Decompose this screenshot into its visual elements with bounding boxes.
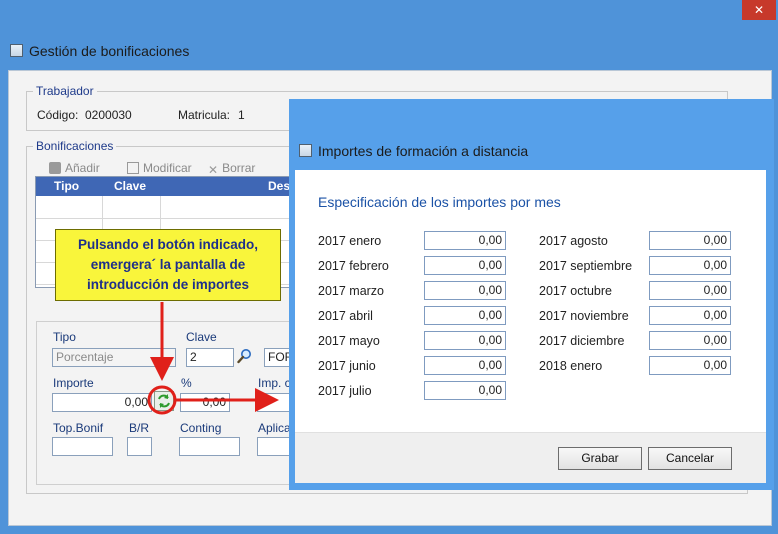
month-label-2017-mayo: 2017 mayo <box>318 334 380 348</box>
month-label-2018-enero: 2018 enero <box>539 359 603 373</box>
delete-icon: ✕ <box>208 163 219 177</box>
table-row[interactable] <box>36 196 296 219</box>
tipo-label: Tipo <box>53 330 76 344</box>
month-label-2017-junio: 2017 junio <box>318 359 376 373</box>
month-input-2017-julio[interactable]: 0,00 <box>424 381 506 400</box>
grid-header-tipo[interactable]: Tipo <box>54 179 79 193</box>
dialog-client: Especificación de los importes por mes 2… <box>295 170 766 483</box>
add-button-label: Añadir <box>65 161 100 175</box>
month-label-2017-agosto: 2017 agosto <box>539 234 608 248</box>
month-label-2017-abril: 2017 abril <box>318 309 373 323</box>
month-input-2017-agosto[interactable]: 0,00 <box>649 231 731 250</box>
bonificaciones-group-title: Bonificaciones <box>33 139 117 153</box>
callout-line: introducción de importes <box>86 277 249 292</box>
delete-button[interactable]: ✕ Borrar <box>208 161 256 177</box>
month-input-2017-noviembre[interactable]: 0,00 <box>649 306 731 325</box>
modify-button-label: Modificar <box>143 161 192 175</box>
codigo-label: Código: <box>37 108 79 122</box>
month-label-2017-marzo: 2017 marzo <box>318 284 385 298</box>
tipo-select[interactable]: Porcentaje <box>52 348 176 367</box>
grid-header-clave[interactable]: Clave <box>114 179 146 193</box>
month-label-2017-enero: 2017 enero <box>318 234 382 248</box>
month-label-2017-noviembre: 2017 noviembre <box>539 309 629 323</box>
clave-label: Clave <box>186 330 217 344</box>
window-title: Gestión de bonificaciones <box>10 43 189 59</box>
aplica-label: Aplica <box>258 421 291 435</box>
trabajador-group-title: Trabajador <box>33 84 97 98</box>
importe-input[interactable]: 0,00 <box>52 393 152 412</box>
add-button[interactable]: Añadir <box>49 161 100 175</box>
grid-header: Tipo Clave Des <box>36 177 296 196</box>
month-input-2017-enero[interactable]: 0,00 <box>424 231 506 250</box>
top-bonif-label: Top.Bonif <box>53 421 104 435</box>
month-input-2017-marzo[interactable]: 0,00 <box>424 281 506 300</box>
edit-icon <box>127 162 139 174</box>
month-label-2017-septiembre: 2017 septiembre <box>539 259 633 273</box>
delete-button-label: Borrar <box>222 161 256 175</box>
month-input-2018-enero[interactable]: 0,00 <box>649 356 731 375</box>
month-input-2017-octubre[interactable]: 0,00 <box>649 281 731 300</box>
br-label: B/R <box>129 421 150 435</box>
grid-header-descripcion[interactable]: Des <box>268 179 290 193</box>
percent-input[interactable]: 0,00 <box>180 393 230 412</box>
callout-line: Pulsando el botón indicado, <box>77 237 258 252</box>
dialog-footer: Grabar Cancelar <box>295 432 766 483</box>
month-label-2017-febrero: 2017 febrero <box>318 259 389 273</box>
month-input-2017-abril[interactable]: 0,00 <box>424 306 506 325</box>
importe-label: Importe <box>53 376 94 390</box>
window-title-text: Gestión de bonificaciones <box>29 43 190 59</box>
percent-label: % <box>181 376 192 390</box>
month-label-2017-octubre: 2017 octubre <box>539 284 612 298</box>
importes-dialog-button[interactable] <box>154 391 174 411</box>
conting-input[interactable] <box>179 437 240 456</box>
top-bonif-input[interactable] <box>52 437 113 456</box>
month-input-2017-diciembre[interactable]: 0,00 <box>649 331 731 350</box>
window-icon <box>299 144 312 157</box>
refresh-icon <box>158 394 170 408</box>
window-icon <box>10 44 23 57</box>
close-icon: ✕ <box>753 3 765 17</box>
dialog-title-text: Importes de formación a distancia <box>318 143 529 159</box>
instruction-callout: Pulsando el botón indicado, emergera´ la… <box>55 229 281 301</box>
conting-label: Conting <box>180 421 222 435</box>
codigo-value: 0200030 <box>85 108 132 122</box>
month-input-2017-mayo[interactable]: 0,00 <box>424 331 506 350</box>
br-input[interactable] <box>127 437 152 456</box>
matricula-label: Matricula: <box>178 108 231 122</box>
cancel-button[interactable]: Cancelar <box>648 447 732 470</box>
dialog-heading: Especificación de los importes por mes <box>318 194 561 210</box>
month-input-2017-septiembre[interactable]: 0,00 <box>649 256 731 275</box>
add-icon <box>49 162 61 174</box>
modify-button[interactable]: Modificar <box>127 161 192 175</box>
importes-dialog: Importes de formación a distancia Especi… <box>289 99 774 490</box>
save-button[interactable]: Grabar <box>558 447 642 470</box>
month-input-2017-junio[interactable]: 0,00 <box>424 356 506 375</box>
clave-input[interactable]: 2 <box>186 348 234 367</box>
close-button[interactable]: ✕ <box>742 0 776 20</box>
callout-line: emergera´ la pantalla de <box>90 257 246 272</box>
search-icon[interactable] <box>237 348 253 364</box>
month-input-2017-febrero[interactable]: 0,00 <box>424 256 506 275</box>
month-label-2017-julio: 2017 julio <box>318 384 372 398</box>
dialog-title: Importes de formación a distancia <box>299 143 528 159</box>
month-label-2017-diciembre: 2017 diciembre <box>539 334 625 348</box>
matricula-value: 1 <box>238 108 245 122</box>
